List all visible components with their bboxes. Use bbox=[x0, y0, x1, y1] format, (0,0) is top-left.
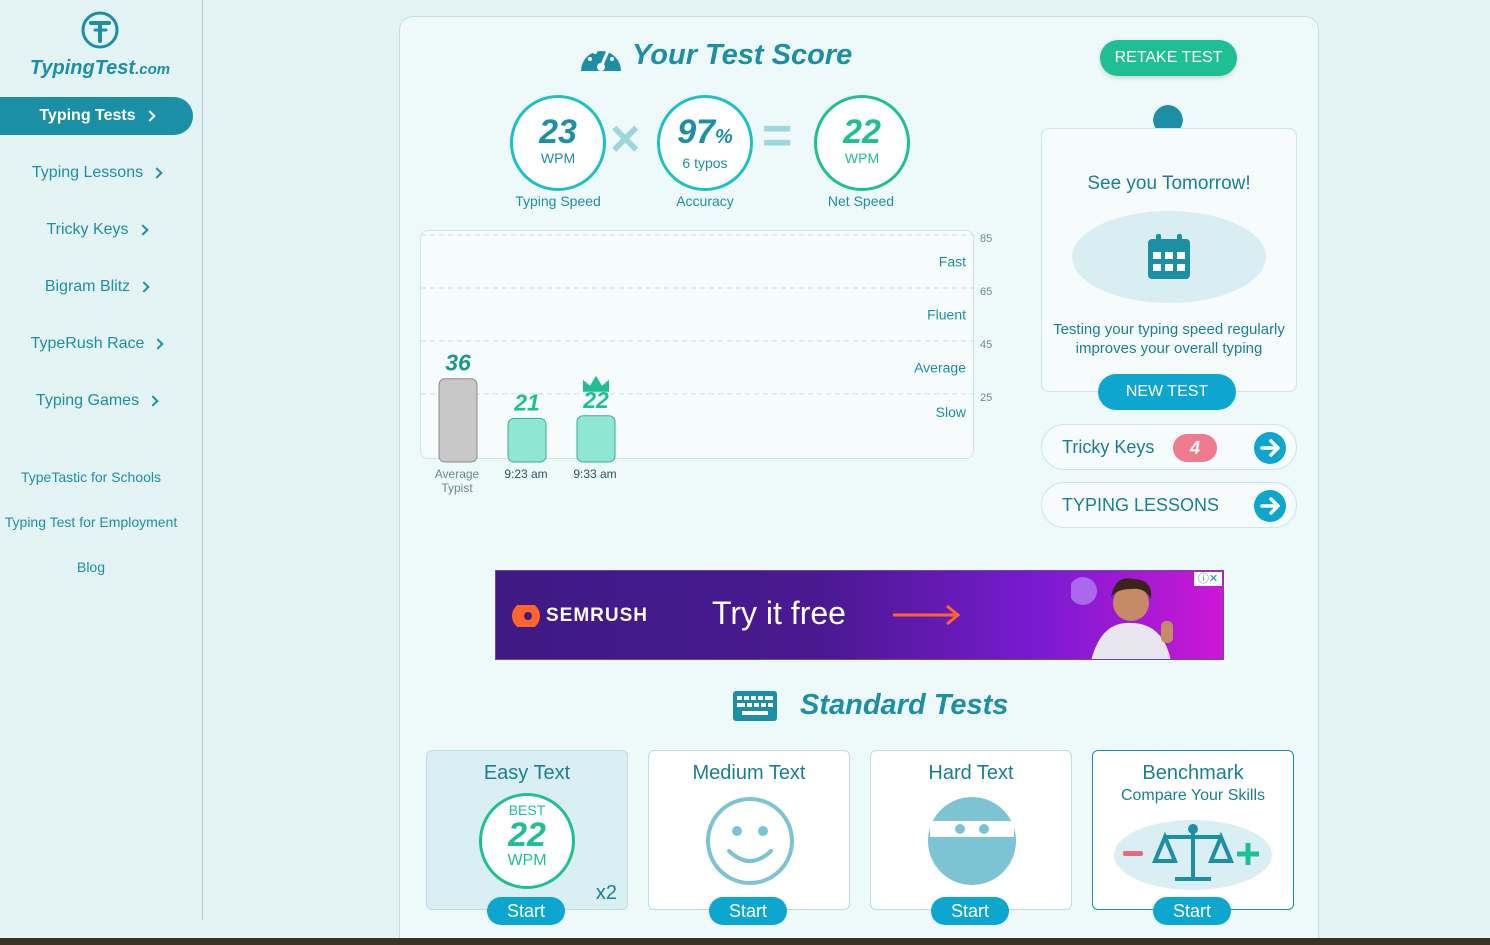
best-score-circle: BEST 22 WPM bbox=[479, 793, 575, 889]
chevron-right-icon bbox=[151, 167, 163, 179]
arrow-right-icon[interactable] bbox=[1254, 432, 1286, 464]
bar bbox=[507, 417, 547, 463]
balance-scale-icon bbox=[1114, 820, 1272, 890]
medium-text-card[interactable]: Medium Text bbox=[648, 750, 850, 910]
typing-lessons-pill[interactable]: TYPING LESSONS bbox=[1041, 482, 1297, 528]
easy-text-start-button[interactable]: Start bbox=[487, 897, 565, 925]
speed-chart: Slow Average Fluent Fast 36 21 22 bbox=[420, 230, 975, 463]
x-tick-label: 9:33 am bbox=[573, 467, 616, 481]
nav-typerush-race[interactable]: TypeRush Race bbox=[0, 325, 193, 363]
nav-typing-lessons[interactable]: Typing Lessons bbox=[0, 154, 193, 192]
chevron-right-icon bbox=[136, 224, 149, 236]
equals-icon: = bbox=[762, 107, 793, 165]
keyboard-icon bbox=[733, 691, 777, 721]
ad-arrow-icon bbox=[893, 604, 961, 626]
accuracy-caption: Accuracy bbox=[676, 193, 734, 209]
calendar-oval bbox=[1072, 211, 1266, 303]
y-tick-label: 25 bbox=[980, 392, 992, 404]
typing-speed-circle: 23 WPM bbox=[510, 95, 606, 191]
bar bbox=[576, 415, 616, 463]
standard-tests-title: Standard Tests bbox=[800, 689, 1009, 721]
zone-label: Fluent bbox=[927, 306, 966, 322]
logo-icon bbox=[81, 11, 119, 49]
semrush-logo-icon bbox=[512, 605, 540, 627]
nav-typing-games[interactable]: Typing Games bbox=[0, 382, 193, 420]
logo[interactable]: TypingTest.com bbox=[20, 10, 180, 80]
nav-tricky-keys[interactable]: Tricky Keys bbox=[0, 211, 193, 249]
typing-speed-caption: Typing Speed bbox=[515, 193, 601, 209]
net-speed-circle: 22 WPM bbox=[814, 95, 910, 191]
hard-text-start-button[interactable]: Start bbox=[931, 897, 1009, 925]
medium-text-start-button[interactable]: Start bbox=[709, 897, 787, 925]
tricky-keys-count-badge: 4 bbox=[1173, 434, 1217, 462]
tomorrow-title: See you Tomorrow! bbox=[1087, 173, 1251, 194]
x-tick-label: 9:23 am bbox=[504, 467, 547, 481]
nav-typing-tests[interactable]: Typing Tests bbox=[0, 97, 193, 135]
x-tick-label: Typist bbox=[441, 481, 473, 495]
chevron-right-icon bbox=[143, 110, 156, 122]
multiply-icon: × bbox=[610, 110, 641, 168]
bar-value-label: 21 bbox=[513, 389, 540, 415]
link-typetastic-schools[interactable]: TypeTastic for Schools bbox=[0, 469, 182, 485]
tomorrow-text: Testing your typing speed regularly impr… bbox=[1053, 321, 1285, 357]
tricky-keys-pill[interactable]: Tricky Keys 4 bbox=[1041, 424, 1297, 470]
ad-brand: SEMRUSH bbox=[546, 605, 649, 626]
ad-person-image bbox=[1069, 571, 1181, 659]
link-typing-test-employment[interactable]: Typing Test for Employment bbox=[0, 514, 182, 530]
smiley-face-icon bbox=[706, 797, 794, 885]
y-tick-label: 65 bbox=[980, 286, 992, 298]
ninja-face-icon bbox=[928, 797, 1016, 885]
y-tick-label: 45 bbox=[980, 339, 992, 351]
results-panel: Your Test Score RETAKE TEST 23 WPM Typin… bbox=[399, 16, 1319, 945]
arrow-right-icon[interactable] bbox=[1254, 490, 1286, 522]
y-tick-label: 85 bbox=[980, 233, 992, 245]
link-blog[interactable]: Blog bbox=[0, 559, 182, 575]
ad-cta: Try it free bbox=[712, 595, 846, 631]
calendar-icon bbox=[1148, 234, 1190, 279]
advertisement-banner[interactable]: SEMRUSH Try it free ⓘ✕ bbox=[495, 570, 1224, 660]
easy-text-card[interactable]: Easy Text BEST 22 WPM x2 bbox=[426, 750, 628, 910]
score-title: Your Test Score bbox=[578, 37, 852, 73]
taskbar-edge bbox=[0, 938, 1490, 945]
nav-bigram-blitz[interactable]: Bigram Blitz bbox=[0, 268, 193, 306]
chevron-right-icon bbox=[152, 338, 165, 350]
zone-label: Slow bbox=[936, 404, 967, 420]
speed-chart-svg: SlowAverageFluentFast3621 22 bbox=[421, 234, 975, 463]
net-speed-caption: Net Speed bbox=[827, 193, 895, 209]
zone-label: Fast bbox=[939, 253, 966, 269]
attempts-multiplier: x2 bbox=[595, 882, 617, 904]
sidebar: TypingTest.com Typing Tests Typing Lesso… bbox=[0, 0, 203, 920]
logo-text: TypingTest.com bbox=[29, 57, 171, 79]
accuracy-circle: 97% 6 typos bbox=[657, 95, 753, 191]
tomorrow-card: See you Tomorrow! Testing your typing sp… bbox=[1041, 128, 1297, 392]
ad-choices-close-icon[interactable]: ⓘ✕ bbox=[1194, 572, 1222, 586]
chart-x-axis: AverageTypist 9:23 am 9:33 am bbox=[435, 467, 617, 495]
hard-text-card[interactable]: Hard Text bbox=[870, 750, 1072, 910]
new-test-button[interactable]: NEW TEST bbox=[1098, 374, 1236, 410]
retake-test-button[interactable]: RETAKE TEST bbox=[1100, 40, 1237, 76]
chevron-right-icon bbox=[147, 395, 159, 407]
bar-value-label: 36 bbox=[445, 350, 471, 376]
speedometer-icon bbox=[581, 50, 621, 71]
x-tick-label: Average bbox=[435, 467, 480, 481]
crown-icon bbox=[583, 375, 609, 392]
zone-label: Average bbox=[914, 359, 966, 375]
benchmark-start-button[interactable]: Start bbox=[1153, 897, 1231, 925]
bar bbox=[438, 378, 478, 463]
benchmark-card[interactable]: Benchmark Compare Your Skills bbox=[1092, 750, 1294, 910]
chevron-right-icon bbox=[138, 281, 150, 293]
